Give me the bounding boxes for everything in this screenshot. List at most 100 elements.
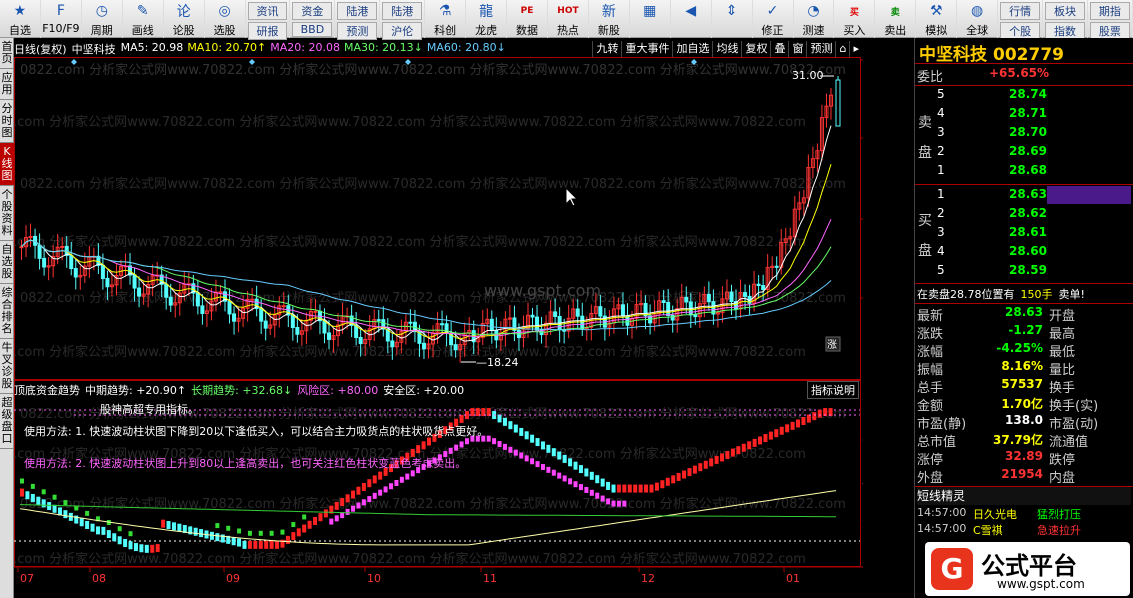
- toolbar-text-button[interactable]: 行情: [1000, 2, 1041, 20]
- toolbar-group1: 资讯 研报: [246, 0, 291, 40]
- toolbar-text-button[interactable]: 资讯: [247, 2, 288, 20]
- osc-bar3: [247, 530, 252, 536]
- high-label: 31.00: [792, 69, 824, 82]
- toolbar-text-button[interactable]: 资金: [292, 2, 333, 20]
- candle-body: [666, 302, 671, 317]
- toolbar-items2-button-4[interactable]: 新新股: [589, 0, 630, 38]
- pen-icon: ✎: [136, 3, 149, 19]
- next-icon[interactable]: ▸: [849, 41, 862, 57]
- osc-bar: [242, 540, 247, 549]
- elf-stock[interactable]: 日久光电: [973, 506, 1017, 522]
- osc-bar: [758, 436, 763, 445]
- left-tab-3[interactable]: K线图: [0, 143, 14, 186]
- osc-bar3: [237, 528, 242, 534]
- left-tab-8[interactable]: 超级盘口: [0, 394, 14, 449]
- osc-bar: [166, 521, 171, 530]
- osc-bar2: [334, 515, 339, 522]
- osc-bar: [367, 479, 372, 488]
- candle-body: [263, 320, 268, 329]
- osc-bar: [128, 541, 133, 550]
- chart-control-5[interactable]: 叠: [770, 41, 789, 57]
- month-label: 09: [226, 572, 240, 585]
- toolbar-text-button[interactable]: 陆港: [337, 2, 378, 20]
- left-tab-6[interactable]: 综合排名: [0, 284, 14, 339]
- lock-icon[interactable]: ⌂: [835, 41, 850, 57]
- left-tab-5[interactable]: 自选股: [0, 241, 14, 284]
- left-tab-1[interactable]: 应用: [0, 69, 14, 100]
- osc-bar: [171, 522, 176, 531]
- elf-stock[interactable]: C雪祺: [973, 522, 1003, 538]
- stat-right-label: 跌停: [1049, 453, 1076, 468]
- toolbar-items3-button-1[interactable]: ◀: [671, 0, 712, 38]
- toolbar-items2-button-0[interactable]: ⚗ 科创: [425, 0, 467, 38]
- elf-title[interactable]: 短线精灵: [917, 489, 965, 503]
- osc-bar2: [372, 492, 377, 499]
- osc-bar: [817, 409, 822, 418]
- toolbar-items-button-4[interactable]: 论论股: [164, 0, 205, 38]
- stat-right-label: 开盘: [1049, 309, 1076, 324]
- indicator-tick-label: 88.78: [862, 392, 863, 405]
- chart-control-0[interactable]: 九转: [592, 41, 622, 57]
- osc-bar2: [546, 466, 551, 473]
- candle-body: [19, 246, 24, 249]
- toolbar-items2-button-3[interactable]: HOT 热点: [548, 0, 589, 38]
- toolbar-items2-button-1[interactable]: 龍龙虎: [466, 0, 508, 38]
- toolbar-items3-button-0[interactable]: ▦: [630, 0, 671, 38]
- osc-bar2: [606, 498, 611, 505]
- sell-icon: 卖: [890, 7, 900, 18]
- toolbar-items3-button-5[interactable]: 买买入: [834, 0, 876, 38]
- toolbar-label: 科创: [434, 24, 457, 37]
- osc-bar: [616, 484, 621, 493]
- left-tab-7[interactable]: 牛叉诊股: [0, 339, 14, 394]
- osc-bar2: [378, 489, 383, 496]
- toolbar-items3-button-3[interactable]: ✓ 修正: [753, 0, 794, 38]
- toolbar-label: 画线: [131, 24, 154, 37]
- osc-bar: [779, 426, 784, 435]
- kline-chart-area[interactable]: 0822.com 分析家公式网www.70822.com 分析家公式网www.7…: [14, 38, 863, 598]
- toolbar-items-button-0[interactable]: ★ 自选: [0, 0, 41, 38]
- left-tab-4[interactable]: 个股资料: [0, 186, 14, 241]
- osc-bar2: [405, 473, 410, 480]
- indicator-help-button[interactable]: 指标说明: [807, 381, 859, 399]
- weibi-value: +65.65%: [989, 66, 1050, 80]
- toolbar-items3-button-6[interactable]: 卖卖出: [875, 0, 917, 38]
- hot-icon: HOT: [557, 6, 579, 16]
- bid-level: 3: [937, 225, 945, 239]
- toolbar-items2-button-2[interactable]: PE 数据: [507, 0, 548, 38]
- watermark-site: www.gspt.com: [484, 281, 601, 300]
- toolbar-items3-button-7[interactable]: ⚒ 模拟: [916, 0, 958, 38]
- toolbar-items-button-5[interactable]: ◎ 选股: [205, 0, 246, 38]
- chart-control-4[interactable]: 复权: [741, 41, 771, 57]
- chart-control-2[interactable]: 加自选: [672, 41, 713, 57]
- chart-period: 日线(复权): [14, 43, 67, 56]
- toolbar-text-button[interactable]: 陆港: [382, 2, 423, 20]
- toolbar-text-button[interactable]: 板块: [1045, 2, 1085, 20]
- watermark-text-9: 0822.com 分析家公式网www.70822.com 分析家公式网www.7…: [14, 551, 806, 567]
- toolbar-items3-button-4[interactable]: ◔ 测速: [794, 0, 835, 38]
- toolbar-text-button[interactable]: BBD: [292, 22, 333, 37]
- toolbar-text-button[interactable]: 期指: [1089, 2, 1130, 20]
- chart-control-1[interactable]: 重大事件: [621, 41, 673, 57]
- toolbar-items-button-2[interactable]: ◷ 周期: [82, 0, 123, 38]
- left-tab-0[interactable]: 首页: [0, 38, 14, 69]
- toolbar-items3-button-2[interactable]: ⇕: [712, 0, 753, 38]
- chart-control-7[interactable]: 预测: [806, 41, 836, 57]
- order-action: 卖单!: [1058, 288, 1085, 301]
- toolbar-label: 热点: [556, 24, 579, 37]
- chart-canvas[interactable]: 0822.com 分析家公式网www.70822.com 分析家公式网www.7…: [14, 38, 863, 598]
- osc-bar: [410, 448, 415, 457]
- toolbar-items3-button-8[interactable]: ◍ 全球: [957, 0, 999, 38]
- chart-control-3[interactable]: 均线: [712, 41, 742, 57]
- bid-level: 4: [937, 244, 945, 258]
- toolbar-items-button-1[interactable]: F F10/F9: [41, 0, 82, 38]
- toolbar-items-button-3[interactable]: ✎ 画线: [123, 0, 164, 38]
- osc-bar: [47, 502, 52, 511]
- bid-level: 1: [937, 187, 945, 201]
- osc-bar3: [85, 510, 90, 516]
- candle-body: [200, 305, 205, 314]
- osc-bar3: [258, 530, 263, 536]
- left-tab-2[interactable]: 分时图: [0, 100, 14, 143]
- stat-label: 涨跌: [917, 327, 944, 342]
- ask-price: 28.70: [1009, 125, 1047, 139]
- chart-control-6[interactable]: 窗: [788, 41, 807, 57]
